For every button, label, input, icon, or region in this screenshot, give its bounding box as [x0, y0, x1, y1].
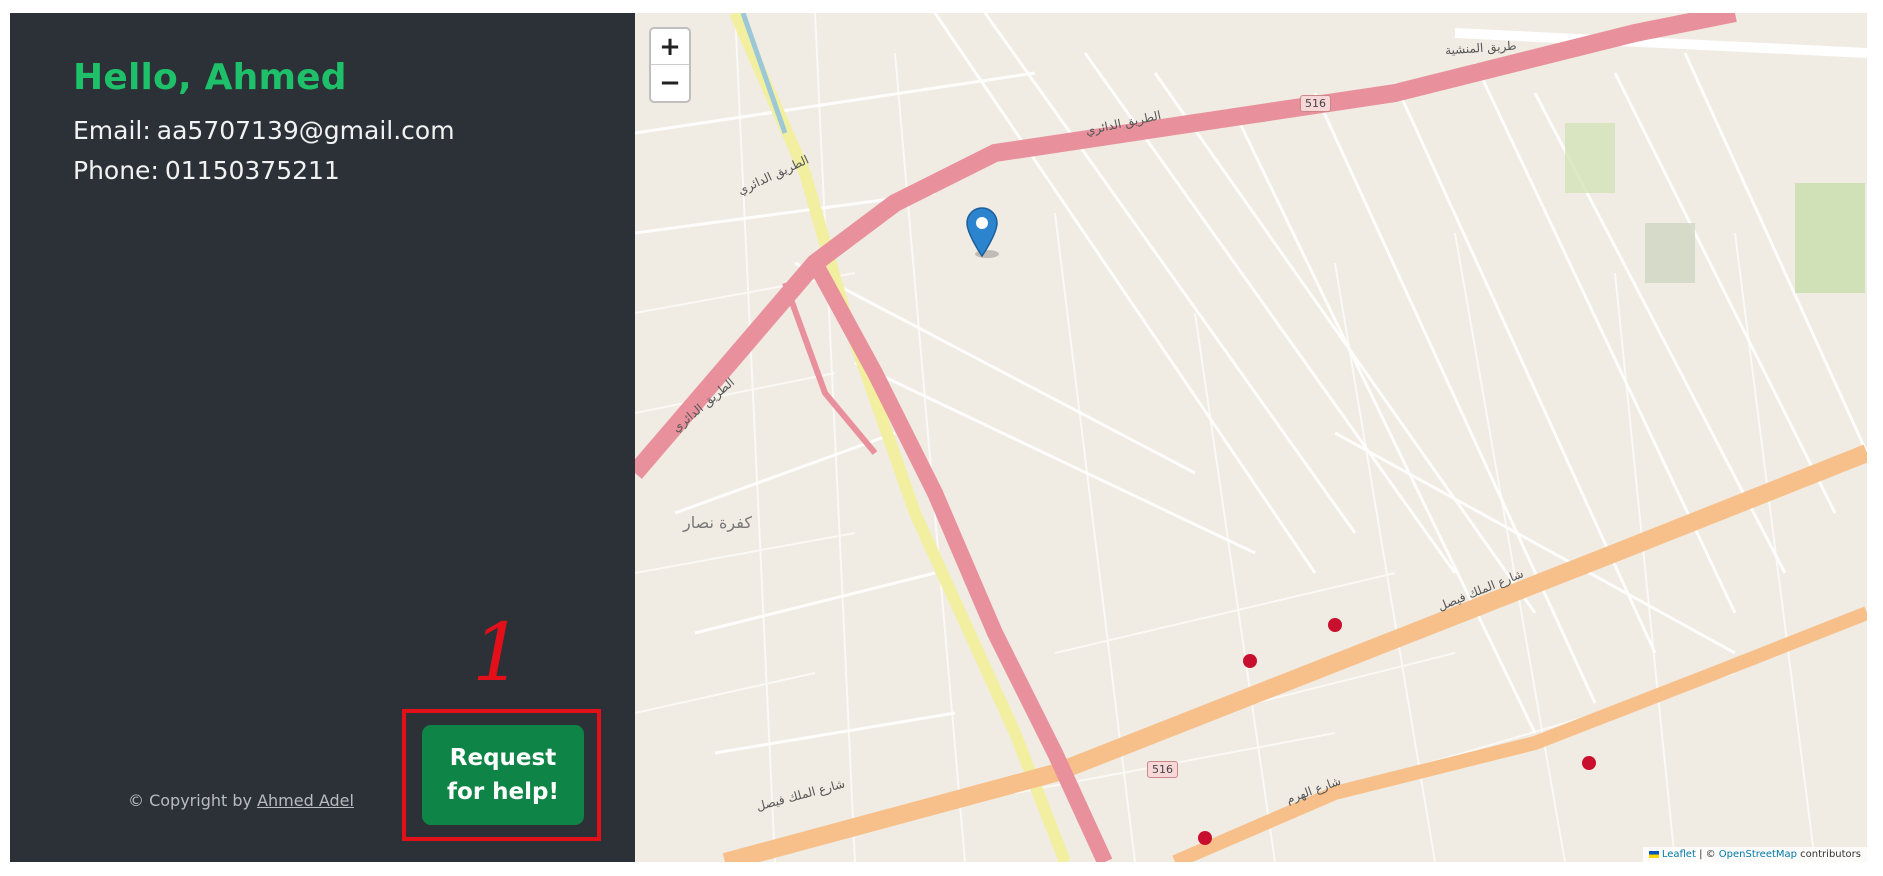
route-shield-516-south: 516: [1147, 761, 1178, 778]
ukraine-flag-icon: [1648, 850, 1659, 858]
request-help-button[interactable]: Request for help!: [422, 725, 584, 825]
location-map[interactable]: الطريق الدائري الطريق الدائري الطريق الد…: [635, 13, 1867, 862]
map-marker-icon[interactable]: [965, 206, 999, 258]
attribution-suffix: contributors: [1797, 849, 1861, 860]
zoom-in-button[interactable]: +: [651, 29, 689, 65]
phone-line: Phone: 01150375211: [73, 156, 340, 185]
copyright-prefix: © Copyright by: [128, 791, 252, 810]
copyright-footer: © Copyright by Ahmed Adel: [128, 791, 354, 810]
zoom-control: + −: [649, 27, 691, 103]
map-tiles: [635, 13, 1867, 862]
user-info-sidebar: Hello, Ahmed Email: aa5707139@gmail.com P…: [10, 13, 635, 862]
email-label: Email:: [73, 116, 151, 145]
annotation-number: 1: [472, 606, 523, 699]
phone-value: 01150375211: [164, 156, 340, 185]
osm-link[interactable]: OpenStreetMap: [1719, 849, 1797, 860]
email-line: Email: aa5707139@gmail.com: [73, 116, 455, 145]
phone-label: Phone:: [73, 156, 159, 185]
leaflet-link[interactable]: Leaflet: [1662, 849, 1696, 860]
route-shield-516: 516: [1300, 95, 1331, 112]
author-link[interactable]: Ahmed Adel: [257, 791, 354, 810]
greeting-heading: Hello, Ahmed: [73, 57, 347, 98]
map-attribution: Leaflet | © OpenStreetMap contributors: [1642, 847, 1867, 862]
email-value: aa5707139@gmail.com: [156, 116, 455, 145]
attribution-separator: | ©: [1695, 849, 1719, 860]
zoom-out-button[interactable]: −: [651, 65, 689, 101]
map-label-kafr-nassar: كفرة نصار: [683, 513, 752, 532]
